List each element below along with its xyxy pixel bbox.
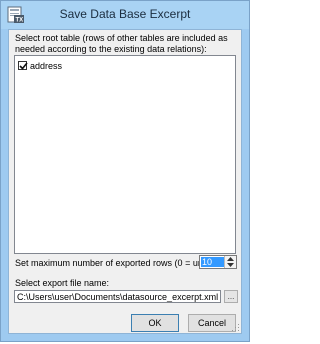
root-table-list[interactable]: address: [14, 55, 236, 254]
checkmark-icon: [19, 62, 28, 70]
max-rows-stepper[interactable]: [199, 255, 237, 269]
ok-button[interactable]: OK: [131, 314, 179, 332]
address-checkbox[interactable]: [18, 61, 28, 70]
export-file-label: Select export file name:: [15, 278, 110, 288]
resize-grip-icon[interactable]: [232, 324, 240, 332]
browse-button[interactable]: ...: [224, 290, 238, 303]
max-rows-input[interactable]: [201, 257, 226, 267]
cancel-button[interactable]: Cancel: [188, 314, 236, 332]
chevron-up-icon: [227, 257, 234, 261]
list-item-label: address: [30, 60, 63, 71]
stepper-down-button[interactable]: [225, 262, 236, 268]
export-file-input[interactable]: [14, 290, 221, 303]
root-table-label: Select root table (rows of other tables …: [15, 33, 228, 54]
dialog-window: TX Save Data Base Excerpt Select root ta…: [0, 0, 250, 342]
list-item[interactable]: address: [18, 59, 62, 72]
chevron-down-icon: [227, 263, 234, 267]
window-title: Save Data Base Excerpt: [59, 7, 191, 21]
stepper-buttons: [224, 256, 236, 268]
title-bar[interactable]: TX Save Data Base Excerpt: [1, 1, 249, 29]
dialog-content: Select root table (rows of other tables …: [8, 29, 242, 334]
